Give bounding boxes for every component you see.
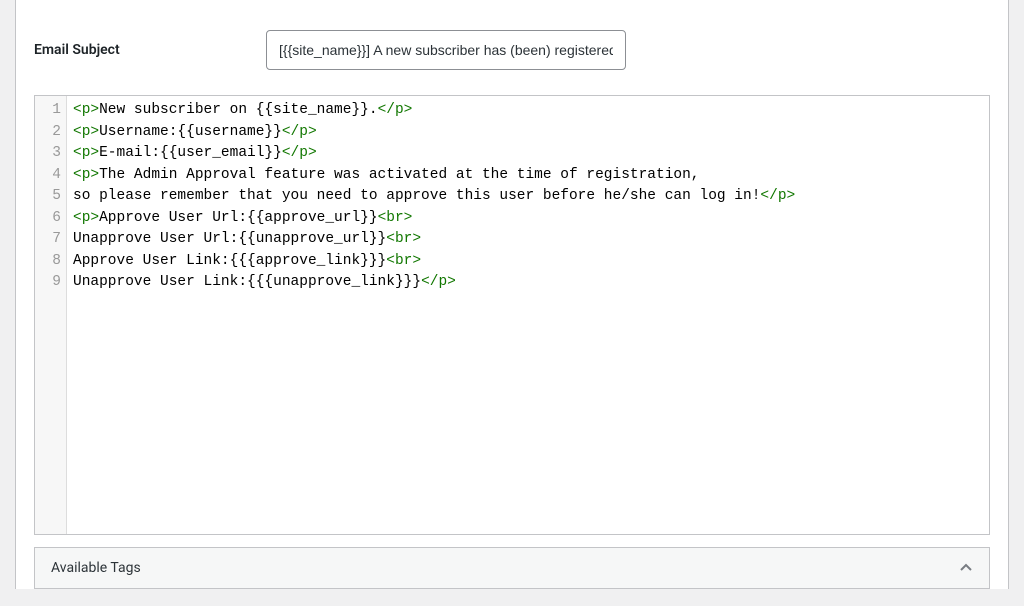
- code-text: Unapprove User Url:{{unapprove_url}}: [73, 231, 386, 247]
- code-tag: <br>: [378, 210, 413, 226]
- code-text: Approve User Url:{{approve_url}}: [99, 210, 377, 226]
- code-tag: <br>: [386, 253, 421, 269]
- code-line: <p>Username:{{username}}</p>: [73, 122, 989, 144]
- code-line: Unapprove User Link:{{{unapprove_link}}}…: [73, 272, 989, 294]
- email-subject-input[interactable]: [266, 30, 626, 70]
- line-number: 7: [35, 229, 61, 251]
- code-tag: </p>: [282, 124, 317, 140]
- code-line: <p>New subscriber on {{site_name}}.</p>: [73, 100, 989, 122]
- line-number: 5: [35, 186, 61, 208]
- code-area[interactable]: <p>New subscriber on {{site_name}}.</p><…: [67, 96, 989, 534]
- code-tag: </p>: [282, 145, 317, 161]
- code-tag: <br>: [386, 231, 421, 247]
- code-text: New subscriber on {{site_name}}.: [99, 102, 377, 118]
- code-text: Unapprove User Link:{{{unapprove_link}}}: [73, 274, 421, 290]
- code-line: <p>Approve User Url:{{approve_url}}<br>: [73, 208, 989, 230]
- code-tag: <p>: [73, 167, 99, 183]
- code-text: The Admin Approval feature was activated…: [99, 167, 699, 183]
- code-tag: </p>: [378, 102, 413, 118]
- code-text: E-mail:{{user_email}}: [99, 145, 282, 161]
- code-line: so please remember that you need to appr…: [73, 186, 989, 208]
- page: Email Subject 123456789 <p>New subscribe…: [0, 0, 1024, 606]
- code-tag: <p>: [73, 102, 99, 118]
- line-number: 6: [35, 208, 61, 230]
- line-number: 3: [35, 143, 61, 165]
- line-number: 4: [35, 165, 61, 187]
- code-line: Unapprove User Url:{{unapprove_url}}<br>: [73, 229, 989, 251]
- code-tag: </p>: [760, 188, 795, 204]
- code-tag: <p>: [73, 210, 99, 226]
- available-tags-toggle[interactable]: Available Tags: [35, 548, 989, 588]
- email-subject-row: Email Subject: [16, 0, 1008, 95]
- line-number: 2: [35, 122, 61, 144]
- line-number: 1: [35, 100, 61, 122]
- line-number: 9: [35, 272, 61, 294]
- code-line: <p>E-mail:{{user_email}}</p>: [73, 143, 989, 165]
- line-number: 8: [35, 251, 61, 273]
- email-subject-label: Email Subject: [16, 42, 266, 58]
- code-tag: <p>: [73, 145, 99, 161]
- code-text: Username:{{username}}: [99, 124, 282, 140]
- email-body-editor[interactable]: 123456789 <p>New subscriber on {{site_na…: [35, 96, 989, 534]
- line-gutter: 123456789: [35, 96, 67, 534]
- available-tags-label: Available Tags: [51, 560, 141, 576]
- chevron-up-icon: [959, 561, 973, 575]
- code-line: <p>The Admin Approval feature was activa…: [73, 165, 989, 187]
- settings-panel: Email Subject 123456789 <p>New subscribe…: [15, 0, 1009, 589]
- code-text: Approve User Link:{{{approve_link}}}: [73, 253, 386, 269]
- email-body-editor-wrap: 123456789 <p>New subscriber on {{site_na…: [34, 95, 990, 535]
- code-line: Approve User Link:{{{approve_link}}}<br>: [73, 251, 989, 273]
- available-tags-accordion: Available Tags: [34, 547, 990, 589]
- code-tag: </p>: [421, 274, 456, 290]
- code-tag: <p>: [73, 124, 99, 140]
- code-text: so please remember that you need to appr…: [73, 188, 760, 204]
